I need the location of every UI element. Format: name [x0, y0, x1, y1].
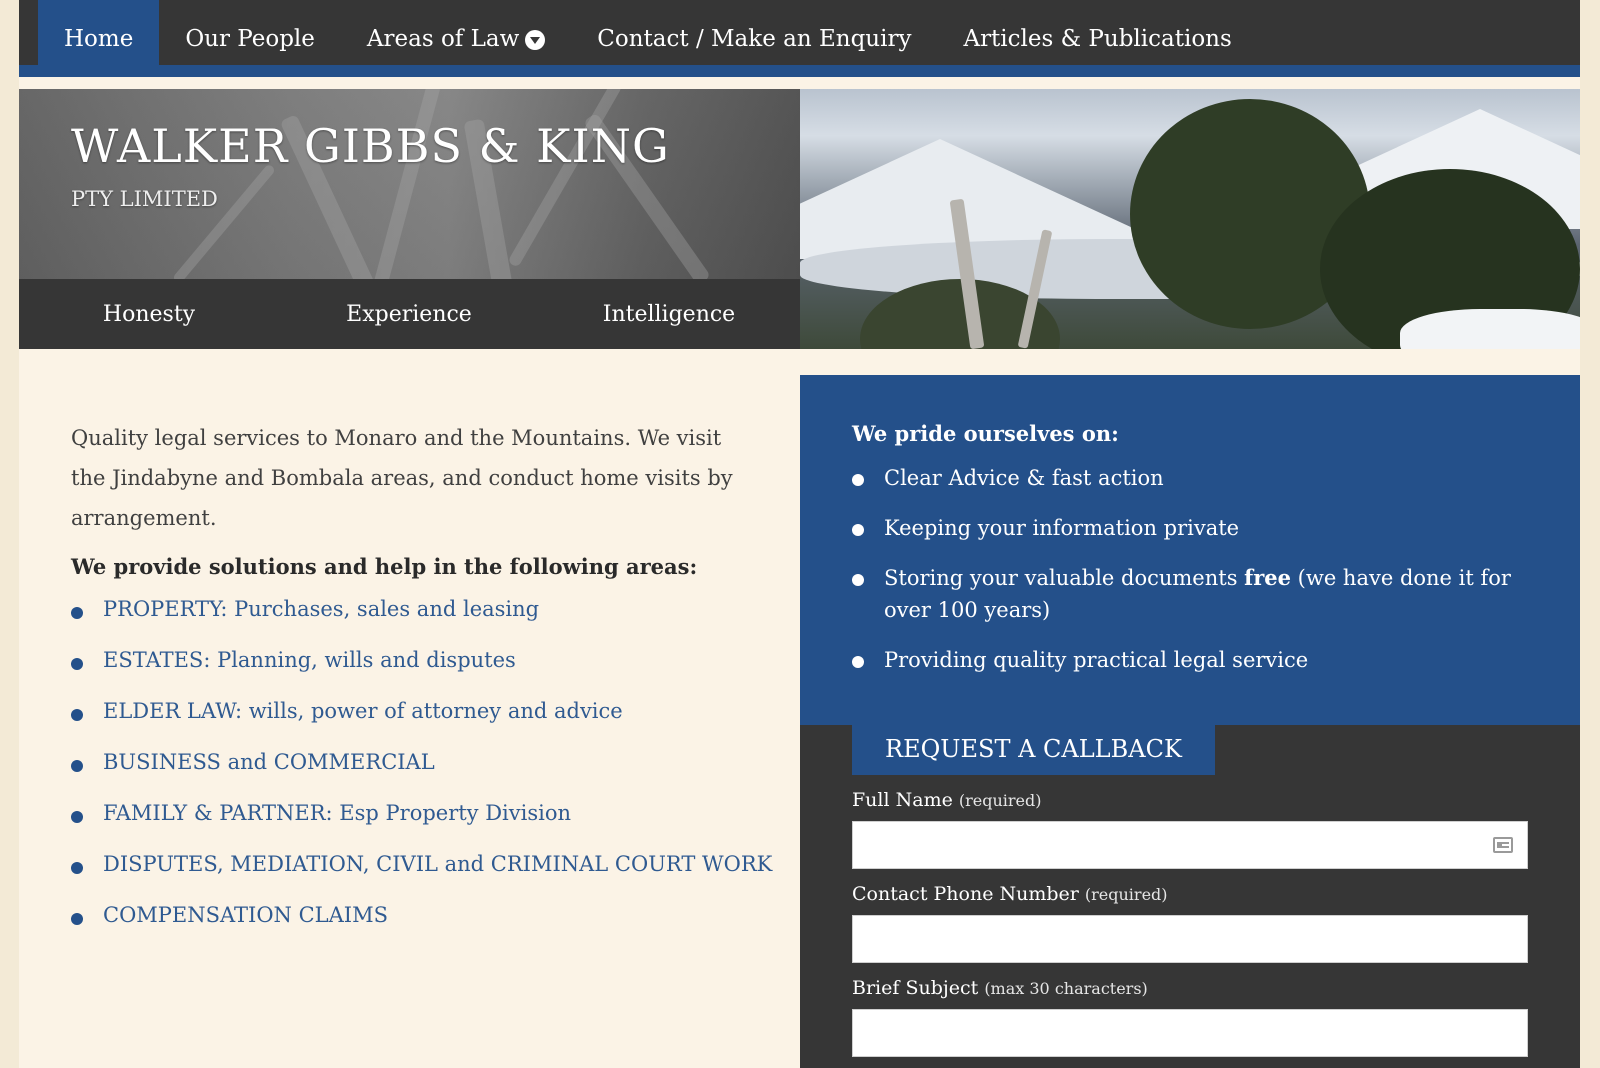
practice-area-label: COMPENSATION CLAIMS	[103, 903, 388, 927]
pride-item-text-pre: Storing your valuable documents	[884, 566, 1245, 590]
nav-item-label: Articles & Publications	[963, 25, 1232, 52]
practice-area-compensation[interactable]: COMPENSATION CLAIMS	[71, 903, 772, 954]
practice-area-label: PROPERTY: Purchases, sales and leasing	[103, 597, 540, 621]
pride-list: Clear Advice & fast action Keeping your …	[852, 462, 1528, 676]
subject-label: Brief Subject (max 30 characters)	[852, 977, 1528, 999]
bullet-icon	[71, 709, 83, 721]
full-name-label: Full Name (required)	[852, 789, 1528, 811]
practice-area-family[interactable]: FAMILY & PARTNER: Esp Property Division	[71, 801, 772, 852]
pride-item: Providing quality practical legal servic…	[852, 644, 1528, 676]
bullet-icon	[71, 760, 83, 772]
value-honesty: Honesty	[102, 301, 196, 327]
pride-item-text: Providing quality practical legal servic…	[884, 648, 1309, 672]
pride-panel: We pride ourselves on: Clear Advice & fa…	[800, 375, 1580, 725]
bullet-icon	[71, 862, 83, 874]
site-subtitle: PTY LIMITED	[71, 187, 218, 211]
value-experience: Experience	[346, 301, 472, 327]
nav-item-contact[interactable]: Contact / Make an Enquiry	[571, 0, 937, 77]
pride-item-text: Keeping your information private	[884, 516, 1240, 540]
bullet-icon	[71, 913, 83, 925]
pride-item-text-bold: free	[1244, 565, 1291, 590]
areas-heading: We provide solutions and help in the fol…	[71, 554, 698, 579]
phone-label: Contact Phone Number (required)	[852, 883, 1528, 905]
bullet-icon	[852, 474, 864, 486]
callback-form: REQUEST A CALLBACK Full Name (required) …	[800, 725, 1580, 1068]
full-name-input[interactable]	[852, 821, 1528, 869]
field-label-text: Brief Subject	[852, 977, 979, 999]
bullet-icon	[852, 524, 864, 536]
bullet-icon	[71, 607, 83, 619]
practice-areas-list: PROPERTY: Purchases, sales and leasing E…	[71, 597, 772, 954]
nav-item-areas-of-law[interactable]: Areas of Law	[341, 0, 571, 77]
values-bar: Honesty Experience Intelligence	[19, 279, 800, 349]
branch-decoration	[507, 89, 623, 268]
site-title: WALKER GIBBS & KING	[71, 119, 670, 173]
value-intelligence: Intelligence	[602, 301, 736, 327]
chevron-down-icon	[525, 29, 546, 50]
field-hint: (max 30 characters)	[984, 979, 1148, 998]
branch-decoration	[370, 89, 442, 279]
field-label-text: Full Name	[852, 789, 953, 811]
bullet-icon	[71, 658, 83, 670]
hero-banner: WALKER GIBBS & KING PTY LIMITED Honesty …	[19, 89, 1580, 349]
nav-item-our-people[interactable]: Our People	[159, 0, 341, 77]
practice-area-disputes[interactable]: DISPUTES, MEDIATION, CIVIL and CRIMINAL …	[71, 852, 772, 903]
bullet-icon	[852, 656, 864, 668]
nav-item-label: Contact / Make an Enquiry	[597, 25, 912, 52]
mountain-photo	[800, 89, 1580, 349]
pride-item-text: Storing your valuable documents free (we…	[884, 562, 1528, 626]
pride-item: Storing your valuable documents free (we…	[852, 562, 1528, 626]
nav-item-label: Areas of Law	[366, 25, 520, 52]
nav-item-label: Home	[64, 25, 134, 52]
snow-patch	[1400, 309, 1580, 349]
bullet-icon	[71, 811, 83, 823]
nav-item-articles[interactable]: Articles & Publications	[937, 0, 1257, 77]
nav-item-home[interactable]: Home	[38, 0, 160, 77]
intro-text: Quality legal services to Monaro and the…	[71, 426, 733, 530]
practice-area-label: ESTATES: Planning, wills and disputes	[103, 648, 516, 672]
practice-area-label: FAMILY & PARTNER: Esp Property Division	[103, 801, 572, 825]
pride-item: Clear Advice & fast action	[852, 462, 1528, 494]
pride-item: Keeping your information private	[852, 512, 1528, 544]
pride-heading: We pride ourselves on:	[852, 421, 1119, 446]
branch-decoration	[171, 163, 277, 279]
practice-area-business[interactable]: BUSINESS and COMMERCIAL	[71, 750, 772, 801]
callback-tab: REQUEST A CALLBACK	[852, 725, 1215, 775]
phone-input[interactable]	[852, 915, 1528, 963]
practice-area-label: BUSINESS and COMMERCIAL	[103, 750, 435, 774]
page: Home Our People Areas of Law Contact / M…	[19, 0, 1580, 1068]
bullet-icon	[852, 574, 864, 586]
practice-area-label: ELDER LAW: wills, power of attorney and …	[103, 699, 623, 723]
field-hint: (required)	[958, 791, 1042, 810]
pride-item-text: Clear Advice & fast action	[884, 466, 1164, 490]
practice-area-estates[interactable]: ESTATES: Planning, wills and disputes	[71, 648, 772, 699]
practice-area-property[interactable]: PROPERTY: Purchases, sales and leasing	[71, 597, 772, 648]
field-label-text: Contact Phone Number	[852, 883, 1079, 905]
main-nav: Home Our People Areas of Law Contact / M…	[19, 0, 1580, 77]
field-hint: (required)	[1084, 885, 1168, 904]
nav-item-label: Our People	[185, 25, 315, 52]
practice-area-elder-law[interactable]: ELDER LAW: wills, power of attorney and …	[71, 699, 772, 750]
brand-panel: WALKER GIBBS & KING PTY LIMITED	[19, 89, 800, 279]
contact-card-icon[interactable]	[1493, 837, 1513, 853]
practice-area-label: DISPUTES, MEDIATION, CIVIL and CRIMINAL …	[103, 852, 773, 876]
subject-input[interactable]	[852, 1009, 1528, 1057]
